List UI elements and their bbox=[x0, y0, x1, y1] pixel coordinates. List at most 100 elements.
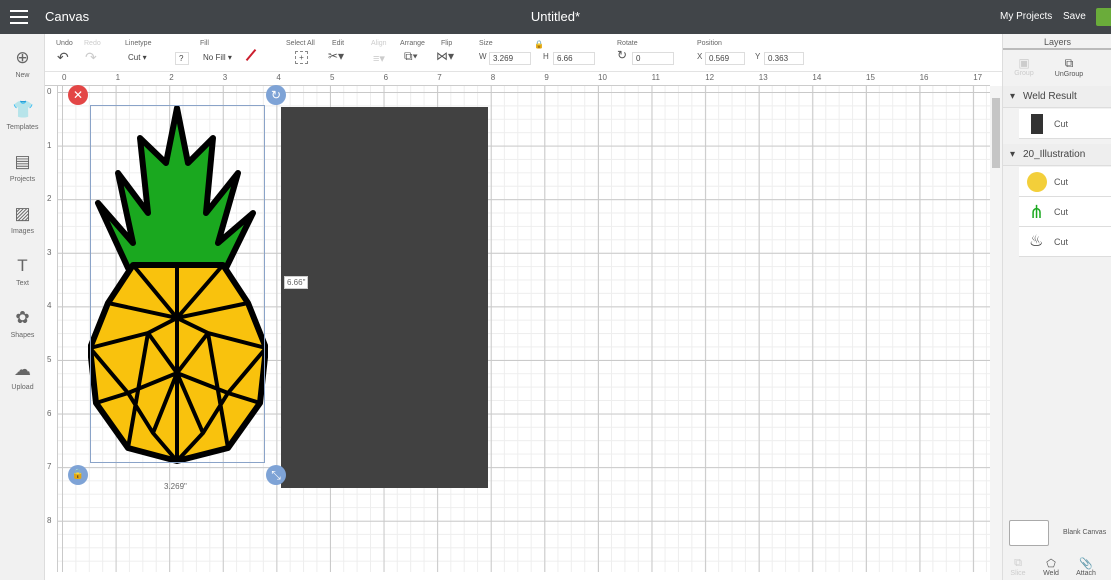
pineapple-outline-thumb: ♨ bbox=[1029, 233, 1044, 250]
sidebar-templates[interactable]: 👕 Templates bbox=[0, 100, 45, 131]
dark-rectangle-thumb bbox=[1031, 114, 1043, 134]
ruler-tick-label: 2 bbox=[169, 73, 174, 82]
align-label: Align bbox=[371, 40, 387, 47]
slice-label: Slice bbox=[1010, 570, 1026, 577]
w-label: W bbox=[479, 52, 487, 61]
group-button[interactable]: ▣ Group bbox=[1009, 56, 1039, 77]
ruler-tick-label: 6 bbox=[383, 73, 389, 82]
rotate-icon: ↻ bbox=[617, 48, 628, 62]
sidebar-shapes[interactable]: ✿ Shapes bbox=[0, 308, 45, 339]
slice-icon: ⧉ bbox=[1014, 557, 1022, 569]
ruler-tick-label: 8 bbox=[490, 73, 496, 82]
layer-group-weld-result[interactable]: Weld Result bbox=[1003, 86, 1111, 108]
rotate-handle-icon[interactable]: ↻ bbox=[266, 85, 286, 105]
ruler-tick-label: 2 bbox=[47, 194, 52, 204]
rotate-input[interactable]: 0 bbox=[632, 52, 674, 65]
upload-icon: ☁ bbox=[14, 360, 31, 379]
my-projects-link[interactable]: My Projects bbox=[1000, 11, 1052, 22]
ruler-tick-label: 8 bbox=[47, 515, 52, 525]
ruler-tick-label: 14 bbox=[812, 73, 822, 82]
attach-label: Attach bbox=[1076, 570, 1096, 577]
ruler-tick-label: 5 bbox=[47, 355, 52, 364]
fill-select[interactable]: No Fill ▾ bbox=[200, 52, 242, 65]
layer-item[interactable]: ⋔ Cut bbox=[1019, 197, 1111, 227]
blank-canvas-swatch[interactable] bbox=[1009, 520, 1049, 546]
ruler-tick-label: 15 bbox=[866, 73, 875, 82]
layer-item[interactable]: ♨ Cut bbox=[1019, 227, 1111, 257]
ruler-tick-label: 0 bbox=[47, 87, 52, 96]
app-name: Canvas bbox=[45, 9, 90, 24]
ruler-tick-label: 17 bbox=[973, 73, 983, 82]
selection-box[interactable] bbox=[90, 105, 265, 463]
position-label: Position bbox=[697, 40, 722, 47]
ruler-tick-label: 11 bbox=[651, 73, 660, 82]
layer-label: Cut bbox=[1054, 177, 1069, 187]
save-button[interactable]: Save bbox=[1063, 11, 1086, 22]
attach-button[interactable]: 📎 Attach bbox=[1071, 557, 1101, 577]
group-label: Group bbox=[1014, 70, 1034, 77]
yellow-shape-thumb bbox=[1027, 172, 1047, 192]
paperclip-icon: 📎 bbox=[1079, 558, 1093, 570]
ungroup-icon: ⧉ bbox=[1064, 56, 1074, 70]
height-input[interactable]: 6.66 bbox=[553, 52, 595, 65]
sidebar-text[interactable]: T Text bbox=[0, 256, 45, 287]
ruler-tick-label: 16 bbox=[919, 73, 929, 82]
plus-icon: ⊕ bbox=[15, 48, 30, 67]
sidebar-images[interactable]: ▨ Images bbox=[0, 204, 45, 235]
lock-icon[interactable]: 🔒 bbox=[534, 40, 544, 49]
weld-button[interactable]: ⬠ Weld bbox=[1036, 557, 1066, 577]
height-dimension-label: 6.66" bbox=[284, 276, 309, 289]
dark-rectangle-shape[interactable] bbox=[281, 107, 488, 488]
lock-handle-icon[interactable]: 🔒 bbox=[68, 465, 88, 485]
ruler-tick-label: 5 bbox=[330, 73, 335, 82]
layer-item[interactable]: Cut bbox=[1019, 167, 1111, 197]
undo-button[interactable]: ↶ bbox=[57, 49, 69, 66]
weld-icon: ⬠ bbox=[1046, 558, 1056, 570]
ungroup-button[interactable]: ⧉ UnGroup bbox=[1051, 56, 1087, 78]
fill-value: No Fill bbox=[203, 53, 226, 62]
ruler-tick-label: 0 bbox=[62, 73, 67, 82]
arrange-button[interactable]: ⧉▾ bbox=[404, 49, 418, 64]
h-label: H bbox=[543, 52, 549, 61]
left-sidebar: ⊕ New 👕 Templates ▤ Projects ▨ Images T Text … bbox=[0, 34, 45, 580]
ungroup-label: UnGroup bbox=[1054, 71, 1084, 78]
delete-handle-icon[interactable]: ✕ bbox=[68, 85, 88, 105]
edit-button[interactable]: ✂▾ bbox=[328, 49, 344, 63]
ruler-tick-label: 3 bbox=[47, 247, 52, 257]
y-input[interactable]: 0.363 bbox=[764, 52, 804, 65]
sidebar-upload[interactable]: ☁ Upload bbox=[0, 360, 45, 391]
x-input[interactable]: 0.569 bbox=[705, 52, 745, 65]
select-all-button[interactable]: + bbox=[295, 51, 308, 64]
sidebar-new[interactable]: ⊕ New bbox=[0, 48, 45, 79]
layers-scrollbar[interactable] bbox=[990, 86, 1002, 580]
menu-icon[interactable] bbox=[10, 10, 28, 24]
linetype-select[interactable]: Cut ▾ bbox=[125, 52, 167, 65]
layer-group-illustration[interactable]: 20_Illustration bbox=[1003, 144, 1111, 166]
flip-label: Flip bbox=[441, 40, 453, 47]
ruler-tick-label: 7 bbox=[47, 462, 52, 472]
shapes-icon: ✿ bbox=[15, 308, 30, 327]
make-it-button[interactable] bbox=[1096, 8, 1111, 26]
line-color-swatch[interactable] bbox=[245, 48, 257, 62]
ruler-tick-label: 13 bbox=[758, 73, 768, 82]
ruler-tick-label: 12 bbox=[705, 73, 715, 82]
layer-label: Cut bbox=[1054, 207, 1069, 217]
sidebar-projects[interactable]: ▤ Projects bbox=[0, 152, 45, 183]
flip-button[interactable]: ⋈▾ bbox=[436, 49, 454, 63]
rotate-label: Rotate bbox=[617, 40, 638, 47]
redo-button[interactable]: ↷ bbox=[85, 49, 97, 66]
layers-title: Layers bbox=[1003, 34, 1111, 50]
width-input[interactable]: 3.269 bbox=[489, 52, 531, 65]
layer-item[interactable]: Cut bbox=[1019, 109, 1111, 139]
group-icon: ▣ bbox=[1018, 56, 1030, 70]
help-button[interactable]: ? bbox=[175, 52, 189, 65]
scrollbar-thumb[interactable] bbox=[992, 98, 1000, 168]
projects-icon: ▤ bbox=[14, 152, 31, 171]
linetype-label: Linetype bbox=[125, 40, 152, 47]
width-dimension-label: 3.269" bbox=[164, 482, 187, 491]
slice-button[interactable]: ⧉ Slice bbox=[1003, 557, 1033, 577]
resize-handle-icon[interactable]: ⤡ bbox=[266, 465, 286, 485]
ruler-tick-label: 7 bbox=[437, 73, 442, 82]
redo-label: Redo bbox=[84, 40, 101, 47]
align-button[interactable]: ≡▾ bbox=[373, 52, 385, 65]
